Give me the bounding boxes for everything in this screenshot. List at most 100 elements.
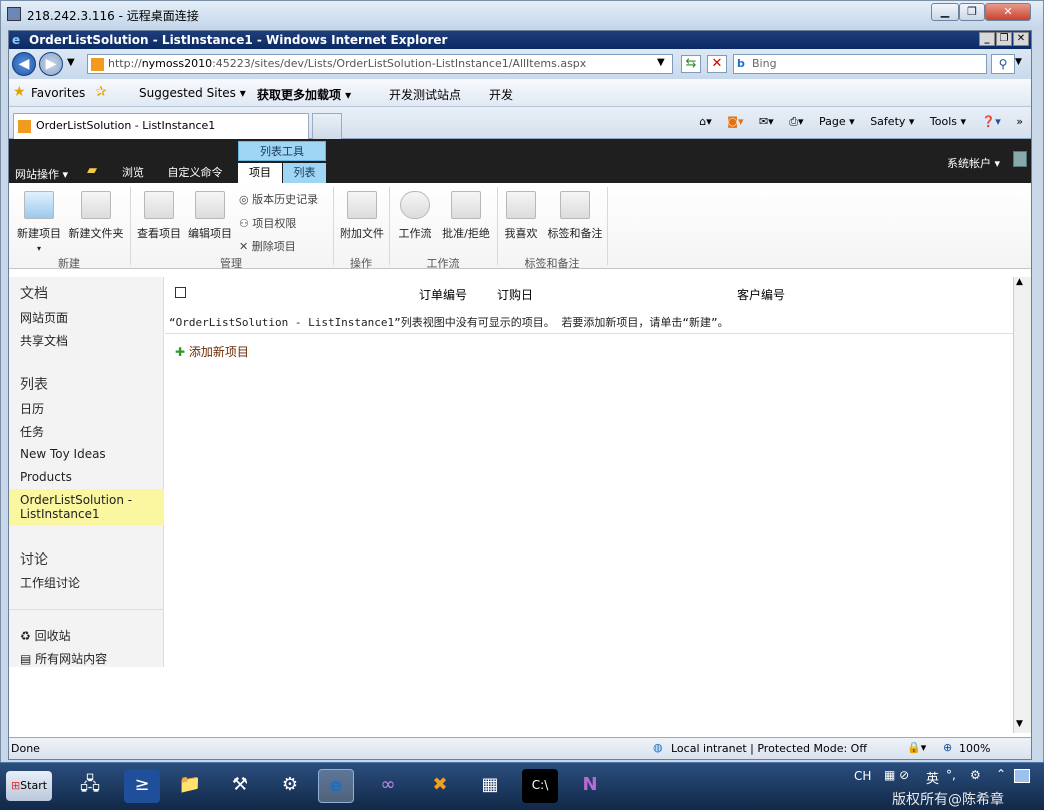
fav-suggested-sites[interactable]: Suggested Sites ▾	[139, 86, 246, 100]
page-menu[interactable]: Page ▾	[819, 115, 855, 128]
nav-header-lists[interactable]: 列表	[20, 374, 48, 394]
nav-item-selected[interactable]: OrderListSolution - ListInstance1	[9, 489, 164, 525]
fav-dev[interactable]: 开发	[489, 86, 513, 103]
show-desktop-icon[interactable]	[1014, 769, 1030, 783]
search-input[interactable]: b Bing	[733, 54, 987, 74]
utility-icon[interactable]: ✖	[422, 769, 458, 803]
nav-item-site-pages[interactable]: 网站页面	[20, 309, 68, 326]
user-icon[interactable]	[1013, 151, 1027, 167]
language-indicator[interactable]: CH	[854, 769, 871, 783]
col-header-order-no[interactable]: 订单编号	[419, 286, 467, 303]
nav-item-products[interactable]: Products	[20, 470, 72, 484]
nav-item-tasks[interactable]: 任务	[20, 423, 44, 440]
nav-item-new-toy-ideas[interactable]: New Toy Ideas	[20, 447, 106, 461]
select-all-checkbox[interactable]	[175, 287, 186, 298]
tools-menu[interactable]: Tools ▾	[930, 115, 966, 128]
url-dropdown-icon[interactable]: ▼	[657, 57, 665, 68]
approve-reject-button[interactable]: 批准/拒绝	[439, 187, 493, 241]
powershell-icon[interactable]: ≥	[124, 769, 160, 803]
tab-custom-commands[interactable]: 自定义命令	[161, 163, 229, 183]
edit-item-button[interactable]: 编辑项目	[185, 187, 235, 241]
start-button[interactable]: ⊞Start	[6, 771, 52, 801]
attach-file-button[interactable]: 附加文件	[337, 187, 387, 241]
vertical-scrollbar[interactable]: ▲ ▼	[1013, 277, 1031, 733]
all-site-content-link[interactable]: ▤ 所有网站内容	[20, 650, 107, 667]
ime-punct-icon[interactable]: °,	[946, 768, 956, 782]
ime-tools-icon[interactable]: ⚙	[970, 768, 981, 782]
col-header-customer-no[interactable]: 客户编号	[737, 286, 785, 303]
mail-icon[interactable]: ✉▾	[759, 115, 774, 128]
refresh-icon[interactable]: ⇆	[681, 55, 701, 73]
user-menu[interactable]: 系统帐户 ▾	[947, 155, 1000, 171]
ime-mode[interactable]: 英	[926, 768, 939, 787]
safety-menu[interactable]: Safety ▾	[870, 115, 914, 128]
view-item-button[interactable]: 查看项目	[133, 187, 185, 241]
feeds-icon[interactable]: ◙▾	[727, 115, 743, 128]
scroll-up-icon[interactable]: ▲	[1016, 277, 1023, 287]
tags-notes-button[interactable]: 标签和备注	[545, 187, 605, 241]
item-permissions-button[interactable]: ⚇ 项目权限	[239, 215, 296, 231]
add-new-item-link[interactable]: ✚ 添加新项目	[175, 343, 249, 360]
package-icon[interactable]: ▦	[472, 769, 508, 803]
ime-icon[interactable]: ▦ ⊘	[884, 768, 909, 782]
version-history-button[interactable]: ◎ 版本历史记录	[239, 191, 318, 207]
tray-expand-icon[interactable]: ⌃	[996, 767, 1006, 781]
maximize-button[interactable]: ❐	[959, 3, 985, 21]
print-icon[interactable]: ⎙▾	[789, 115, 803, 128]
ie-titlebar[interactable]: e OrderListSolution - ListInstance1 - Wi…	[9, 31, 1031, 49]
search-icon[interactable]: ⚲	[991, 54, 1015, 74]
ie-restore-button[interactable]: ❐	[996, 32, 1012, 46]
fav-addons[interactable]: 获取更多加载项 ▾	[257, 86, 351, 103]
back-button[interactable]: ◀	[12, 52, 36, 76]
command-prompt-icon[interactable]: C:\	[522, 769, 558, 803]
internet-explorer-icon[interactable]: e	[318, 769, 354, 803]
search-options-icon[interactable]: ▼	[1015, 57, 1022, 67]
chevron-icon[interactable]: »	[1016, 115, 1023, 128]
favorites-button[interactable]: Favorites	[31, 86, 85, 100]
col-header-order-date[interactable]: 订购日	[497, 286, 533, 303]
forward-button[interactable]: ▶	[39, 52, 63, 76]
ie-close-button[interactable]: ✕	[1013, 32, 1029, 46]
recycle-bin-link[interactable]: ♻ 回收站	[20, 627, 71, 644]
security-zone[interactable]: Local intranet | Protected Mode: Off	[671, 742, 867, 755]
zoom-level[interactable]: 100%	[959, 742, 990, 755]
explorer-icon[interactable]: 📁	[172, 769, 208, 803]
nav-item-calendar[interactable]: 日历	[20, 400, 44, 417]
browser-tab-active[interactable]: OrderListSolution - ListInstance1	[13, 113, 309, 139]
new-folder-button[interactable]: 新建文件夹	[67, 187, 125, 241]
new-item-button[interactable]: 新建项目 ▾	[13, 187, 65, 254]
nav-header-discussions[interactable]: 讨论	[20, 549, 48, 569]
i-like-it-button[interactable]: 我喜欢	[499, 187, 543, 241]
visual-studio-icon[interactable]: ∞	[370, 769, 406, 803]
onenote-icon[interactable]: N	[572, 769, 608, 803]
address-input[interactable]: http://nymoss2010:45223/sites/dev/Lists/…	[87, 54, 673, 74]
nav-item-team-discussion[interactable]: 工作组讨论	[20, 574, 80, 591]
nav-item-shared-docs[interactable]: 共享文档	[20, 332, 68, 349]
minimize-button[interactable]: ▁	[931, 3, 959, 21]
navigate-up-icon[interactable]: ▰	[87, 163, 97, 178]
delete-item-button[interactable]: ✕ 删除项目	[239, 238, 296, 254]
tab-items[interactable]: 项目	[238, 163, 282, 183]
taskbar: ⊞Start 🖧 ≥ 📁 ⚒ ⚙ e ∞ ✖ ▦ C:\ N CH ▦ ⊘ 英 …	[0, 762, 1044, 810]
new-tab-button[interactable]	[312, 113, 342, 139]
server-manager-icon[interactable]: 🖧	[72, 769, 108, 803]
history-dropdown-icon[interactable]: ▼	[67, 57, 75, 68]
tools-icon[interactable]: ⚒	[222, 769, 258, 803]
protected-mode-icon[interactable]: 🔒▾	[907, 741, 926, 754]
rdp-titlebar[interactable]: 218.242.3.116 - 远程桌面连接 ▁ ❐ ✕	[1, 1, 1043, 29]
ie-minimize-button[interactable]: _	[979, 32, 995, 46]
close-button[interactable]: ✕	[985, 3, 1031, 21]
tab-browse[interactable]: 浏览	[113, 163, 153, 183]
help-icon[interactable]: ❓▾	[982, 115, 1001, 128]
stop-icon[interactable]: ✕	[707, 55, 727, 73]
site-actions-menu[interactable]: 网站操作 ▾	[15, 166, 68, 182]
fav-dev-test-site[interactable]: 开发测试站点	[389, 86, 461, 103]
settings-icon[interactable]: ⚙	[272, 769, 308, 803]
home-icon[interactable]: ⌂▾	[699, 115, 712, 128]
scroll-down-icon[interactable]: ▼	[1016, 719, 1023, 729]
tab-list[interactable]: 列表	[283, 163, 326, 183]
add-favorite-icon[interactable]: ✰	[95, 84, 107, 100]
workflow-button[interactable]: 工作流	[393, 187, 437, 241]
nav-header-docs[interactable]: 文档	[20, 283, 48, 303]
ribbon-separator	[389, 187, 390, 265]
